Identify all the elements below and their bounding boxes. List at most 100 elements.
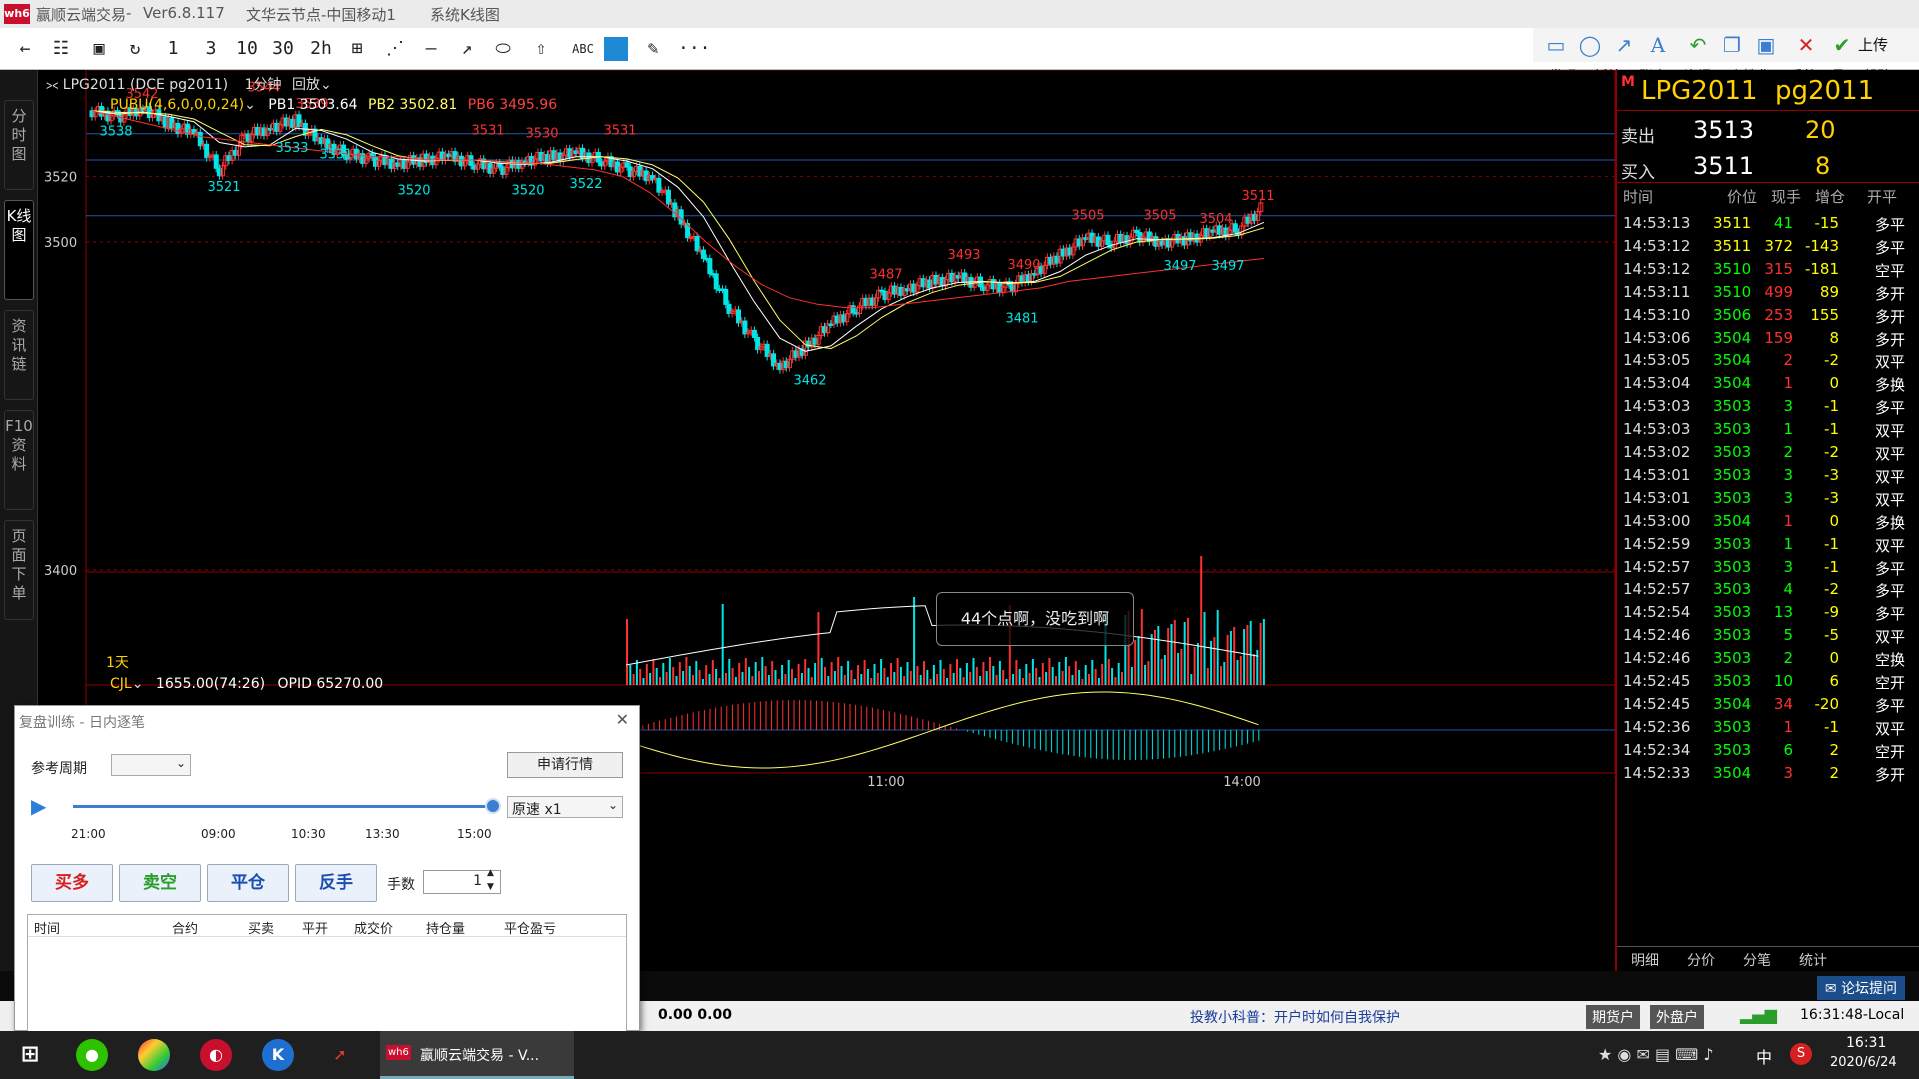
sogou-icon[interactable]: S xyxy=(1790,1043,1812,1065)
volume-bar xyxy=(1015,660,1018,685)
progress-knob[interactable] xyxy=(485,798,501,814)
tick-type: 多平 xyxy=(1875,216,1906,234)
grid-icon[interactable]: ⊞ xyxy=(344,37,370,61)
apply-quote-button[interactable]: 申请行情 xyxy=(507,752,623,778)
windows-start-icon[interactable]: ⊞ xyxy=(14,1039,46,1071)
play-icon[interactable]: ▶ xyxy=(31,794,46,818)
ime-indicator[interactable]: 中 xyxy=(1756,1044,1772,1068)
futures-account-button[interactable]: 期货户 xyxy=(1586,1005,1640,1029)
tick-volume: 1 xyxy=(1783,534,1793,553)
arrow-app-icon[interactable]: ➚ xyxy=(324,1039,356,1071)
close-position-button[interactable]: 平仓 xyxy=(207,864,289,902)
reverse-button[interactable]: 反手 xyxy=(295,864,377,902)
arrow-icon[interactable]: ↗ xyxy=(1611,33,1637,57)
low-label: 3521 xyxy=(207,180,240,195)
save-disk-icon[interactable]: ▣ xyxy=(1753,33,1779,57)
speed-select[interactable]: 原速 x1 ⌄ xyxy=(507,796,623,818)
chevron-down-icon[interactable]: ⌄ xyxy=(244,97,256,113)
tab-news-chain[interactable]: 资讯链 xyxy=(4,310,34,400)
tick-type: 空平 xyxy=(1875,261,1906,280)
taskbar-active-app[interactable]: wh6 赢顺云端交易 - V... xyxy=(380,1031,574,1079)
circle-icon[interactable]: ◯ xyxy=(1577,33,1603,57)
tick-time: 14:53:01 xyxy=(1623,465,1691,484)
volume-bar xyxy=(1055,676,1057,685)
chart-period[interactable]: 1分钟 xyxy=(245,77,282,93)
sell-short-button[interactable]: 卖空 xyxy=(119,864,201,902)
tick-oi-change: -2 xyxy=(1824,580,1839,599)
buy-price[interactable]: 3511 xyxy=(1693,152,1754,180)
eraser-icon[interactable]: ✎ xyxy=(640,37,666,61)
spin-up-icon[interactable]: ▲ xyxy=(487,868,494,878)
k-app-icon[interactable]: K xyxy=(262,1039,294,1071)
col-header: 持仓量 xyxy=(426,922,466,937)
tip-text[interactable]: 投教小科普：开户时如何自我保护 xyxy=(1190,1007,1400,1027)
sell-price[interactable]: 3513 xyxy=(1693,116,1754,144)
text-icon[interactable]: A xyxy=(1645,33,1671,57)
tab-f10[interactable]: F10资料 xyxy=(4,410,34,510)
tick-price: 3510 xyxy=(1713,259,1752,278)
tray-icons[interactable]: ★ ◉ ✉ ▤ ⌨ ♪ xyxy=(1598,1045,1714,1064)
progress-track[interactable] xyxy=(73,805,493,808)
tab-stats[interactable]: 统计 xyxy=(1799,950,1827,970)
tick-oi-change: -1 xyxy=(1824,420,1839,439)
tab-kline[interactable]: K线图 xyxy=(4,200,34,300)
text-tool-icon[interactable]: ABC xyxy=(566,37,600,61)
chevron-down-icon[interactable]: ⌄ xyxy=(132,676,144,692)
volume-pane-frame xyxy=(85,571,1615,686)
indicator-name[interactable]: PUBU(4,6,0,0,0,24) xyxy=(110,97,244,113)
volume-bar xyxy=(1035,668,1038,685)
volume-bar xyxy=(880,659,883,685)
period-1-button[interactable]: 1 xyxy=(160,37,186,61)
period-2h-button[interactable]: 2h xyxy=(308,37,334,61)
back-icon[interactable]: ← xyxy=(12,37,38,61)
menu-box-icon[interactable]: ☷ xyxy=(48,37,74,61)
period-3-button[interactable]: 3 xyxy=(198,37,224,61)
volume-bar xyxy=(1147,661,1150,685)
arrow-up-icon[interactable]: ⇧ xyxy=(528,37,554,61)
chevron-down-icon[interactable]: ⌄ xyxy=(320,77,332,93)
save-icon[interactable]: ▣ xyxy=(86,37,112,61)
external-account-button[interactable]: 外盘户 xyxy=(1650,1005,1704,1029)
refresh-icon[interactable]: ↻ xyxy=(122,37,148,61)
undo-icon[interactable]: ↶ xyxy=(1685,33,1711,57)
hline-icon[interactable]: — xyxy=(418,37,444,61)
tab-price-dist[interactable]: 分价 xyxy=(1687,950,1715,970)
volume-name[interactable]: CJL xyxy=(110,676,132,692)
tab-detail[interactable]: 明细 xyxy=(1631,950,1659,970)
expand-icon[interactable]: ⪥ xyxy=(46,77,58,93)
tick-row[interactable]: 14:52:33 3504 3 2 多开 xyxy=(1617,760,1919,788)
trading-app-icon[interactable]: ◐ xyxy=(200,1039,232,1071)
ref-period-select[interactable]: ⌄ xyxy=(111,754,191,776)
wechat-icon[interactable]: ● xyxy=(76,1039,108,1071)
volume-bar xyxy=(1074,661,1077,685)
close-icon[interactable]: ✕ xyxy=(1793,33,1819,57)
close-icon[interactable]: ✕ xyxy=(616,710,629,729)
volume-bar xyxy=(715,669,718,685)
forum-button[interactable]: ✉ 论坛提问 xyxy=(1816,976,1905,1000)
arrow-line-icon[interactable]: ↗ xyxy=(454,37,480,61)
volume-bar xyxy=(662,663,665,685)
browser-icon[interactable] xyxy=(138,1039,170,1071)
buy-long-button[interactable]: 买多 xyxy=(31,864,113,902)
volume-bar xyxy=(919,675,922,685)
period-30-button[interactable]: 30 xyxy=(270,37,296,61)
spin-down-icon[interactable]: ▼ xyxy=(487,882,494,892)
period-10-button[interactable]: 10 xyxy=(234,37,260,61)
rectangle-icon[interactable]: ▭ xyxy=(1543,33,1569,57)
upload-button[interactable]: 上传 xyxy=(1853,33,1893,57)
ellipse-icon[interactable]: ⬭ xyxy=(490,37,516,61)
tab-order[interactable]: 页面下单 xyxy=(4,520,34,620)
volume-bar xyxy=(1249,621,1252,685)
tab-timeshare[interactable]: 分时图 xyxy=(4,100,34,190)
color-fill-icon[interactable] xyxy=(604,37,628,61)
tab-ticks[interactable]: 分笔 xyxy=(1743,950,1771,970)
annotation-note[interactable]: 44个点啊，没吃到啊 xyxy=(936,592,1134,646)
copy-icon[interactable]: ❐ xyxy=(1719,33,1745,57)
chart-replay[interactable]: 回放 xyxy=(292,77,320,93)
more-icon[interactable]: ··· xyxy=(678,37,711,61)
line-dash-icon[interactable]: ⋰ xyxy=(382,37,408,61)
volume-bar xyxy=(649,673,652,685)
volume-bar xyxy=(675,676,678,685)
volume-bar xyxy=(754,662,757,685)
check-icon[interactable]: ✔ xyxy=(1829,33,1855,57)
